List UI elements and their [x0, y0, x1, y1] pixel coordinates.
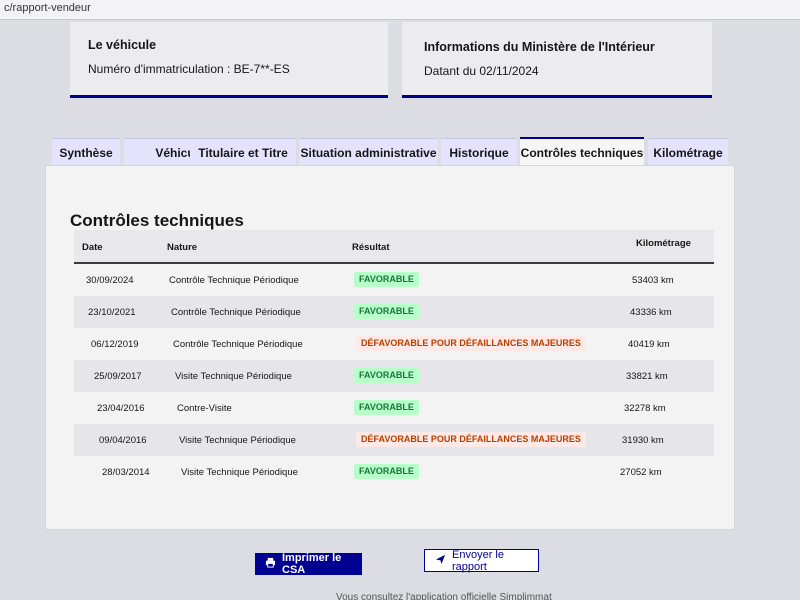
status-badge: FAVORABLE	[354, 464, 419, 479]
row-mileage: 33821 km	[626, 371, 668, 382]
row-mileage: 40419 km	[628, 339, 670, 350]
row-mileage: 53403 km	[632, 275, 674, 286]
row-nature: Visite Technique Périodique	[175, 371, 292, 382]
ministry-card-title: Informations du Ministère de l'Intérieur	[424, 40, 655, 54]
send-report-label: Envoyer le rapport	[452, 548, 504, 573]
row-nature: Contrôle Technique Périodique	[173, 339, 303, 350]
technical-inspections-table: Date Nature Résultat Kilométrage 30/09/2…	[74, 230, 714, 488]
row-date: 28/03/2014	[102, 467, 150, 478]
card-underline	[70, 95, 388, 98]
footer-text: Vous consultez l'application officielle …	[336, 592, 552, 600]
tab-kilometrage[interactable]: Kilométrage	[648, 138, 728, 166]
row-mileage: 27052 km	[620, 467, 662, 478]
status-badge: FAVORABLE	[354, 272, 419, 287]
url-text: c/rapport-vendeur	[4, 2, 91, 14]
table-row: 28/03/2014 Visite Technique Périodique F…	[74, 456, 714, 488]
row-date: 30/09/2024	[86, 275, 134, 286]
row-date: 23/10/2021	[88, 307, 136, 318]
status-badge: DÉFAVORABLE POUR DÉFAILLANCES MAJEURES	[356, 432, 586, 447]
column-header-date: Date	[82, 242, 103, 253]
ministry-card: Informations du Ministère de l'Intérieur…	[402, 22, 712, 98]
row-date: 23/04/2016	[97, 403, 145, 414]
table-header: Date Nature Résultat Kilométrage	[74, 230, 714, 264]
table-row: 25/09/2017 Visite Technique Périodique F…	[74, 360, 714, 392]
column-header-result: Résultat	[352, 242, 390, 253]
row-mileage: 31930 km	[622, 435, 664, 446]
row-date: 06/12/2019	[91, 339, 139, 350]
row-mileage: 32278 km	[624, 403, 666, 414]
ministry-date: Datant du 02/11/2024	[424, 64, 539, 78]
row-nature: Visite Technique Périodique	[179, 435, 296, 446]
status-badge: DÉFAVORABLE POUR DÉFAILLANCES MAJEURES	[356, 336, 586, 351]
tab-panel: Contrôles techniques Date Nature Résulta…	[45, 165, 735, 530]
table-row: 06/12/2019 Contrôle Technique Périodique…	[74, 328, 714, 360]
status-badge: FAVORABLE	[354, 368, 419, 383]
table-row: 23/10/2021 Contrôle Technique Périodique…	[74, 296, 714, 328]
tab-situation-administrative[interactable]: Situation administrative	[299, 138, 438, 166]
send-report-button[interactable]: Envoyer le rapport	[424, 548, 539, 573]
tab-historique[interactable]: Historique	[441, 138, 517, 166]
status-badge: FAVORABLE	[354, 400, 419, 415]
browser-url-bar[interactable]: c/rapport-vendeur	[0, 0, 800, 20]
vehicle-card-title: Le véhicule	[88, 38, 157, 52]
tab-titulaire[interactable]: Titulaire et Titre	[190, 138, 296, 166]
status-badge: FAVORABLE	[354, 304, 419, 319]
row-date: 25/09/2017	[94, 371, 142, 382]
section-title: Contrôles techniques	[70, 211, 244, 230]
table-row: 30/09/2024 Contrôle Technique Périodique…	[74, 264, 714, 296]
print-csa-button[interactable]: Imprimer le CSA	[255, 552, 362, 576]
table-row: 23/04/2016 Contre-Visite FAVORABLE 32278…	[74, 392, 714, 424]
row-nature: Contrôle Technique Périodique	[171, 307, 301, 318]
row-date: 09/04/2016	[99, 435, 147, 446]
registration-number: Numéro d'immatriculation : BE-7**-ES	[88, 62, 290, 76]
row-nature: Visite Technique Périodique	[181, 467, 298, 478]
row-nature: Contrôle Technique Périodique	[169, 275, 299, 286]
printer-icon	[265, 557, 276, 571]
tab-controles-techniques[interactable]: Contrôles techniques	[520, 137, 644, 167]
vehicle-card: Le véhicule Numéro d'immatriculation : B…	[70, 22, 388, 98]
table-row: 09/04/2016 Visite Technique Périodique D…	[74, 424, 714, 456]
row-mileage: 43336 km	[630, 307, 672, 318]
print-csa-label: Imprimer le CSA	[282, 552, 342, 576]
column-header-mileage: Kilométrage	[636, 238, 691, 249]
row-nature: Contre-Visite	[177, 403, 232, 414]
send-icon	[435, 554, 446, 568]
column-header-nature: Nature	[167, 242, 198, 253]
tab-synthese[interactable]: Synthèse	[52, 138, 120, 166]
card-underline	[402, 95, 712, 98]
